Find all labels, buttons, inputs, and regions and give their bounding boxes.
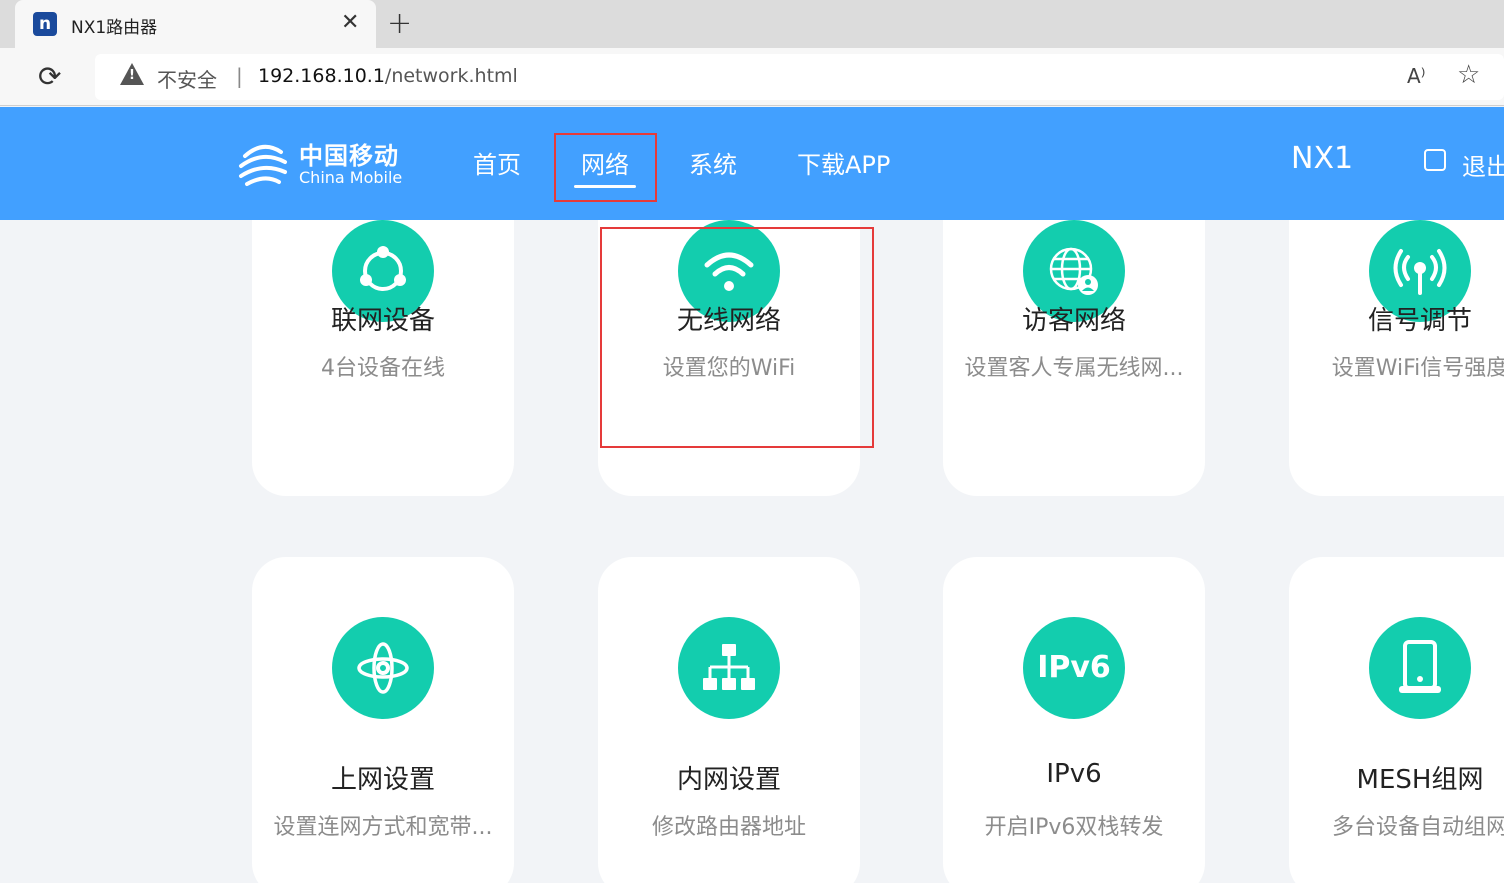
device-name: NX1	[1291, 141, 1354, 176]
warning-mark: !	[129, 68, 135, 83]
card-title: 访客网络	[1021, 306, 1126, 336]
logo-english-text: China Mobile	[299, 168, 403, 187]
address-bar-row: ⟳ ! 不安全 | 192.168.10.1/network.html A⁾ ☆	[0, 48, 1504, 106]
network-feature-grid: 联网设备 4台设备在线 无线网络 设置您的WiFi 访客网络 设置客人专属无线网…	[0, 220, 1504, 883]
router-favicon-icon: n	[33, 12, 57, 36]
orbit-icon	[332, 617, 434, 719]
card-subtitle: 设置连网方式和宽带...	[273, 815, 493, 840]
nav-system[interactable]: 系统	[689, 145, 737, 180]
card-title: IPv6	[1046, 759, 1102, 789]
card-title: MESH组网	[1356, 765, 1484, 795]
logout-icon	[1424, 149, 1446, 171]
favorite-star-icon[interactable]: ☆	[1457, 60, 1480, 90]
card-guest-network[interactable]: 访客网络 设置客人专属无线网...	[943, 220, 1205, 496]
card-ipv6[interactable]: IPv6 IPv6 开启IPv6双栈转发	[943, 557, 1205, 883]
url-text[interactable]: 192.168.10.1/network.html	[258, 65, 518, 87]
wireless-card-highlight-box	[600, 227, 874, 448]
card-subtitle: 开启IPv6双栈转发	[984, 815, 1164, 840]
browser-tab[interactable]: n NX1路由器 ✕	[15, 0, 376, 48]
lan-tree-icon	[678, 617, 780, 719]
card-mesh-network[interactable]: MESH组网 多台设备自动组网	[1289, 557, 1504, 883]
url-separator: |	[236, 64, 243, 88]
card-internet-settings[interactable]: 上网设置 设置连网方式和宽带...	[252, 557, 514, 883]
url-path: /network.html	[384, 65, 518, 87]
nav-home[interactable]: 首页	[473, 145, 521, 180]
ipv6-icon: IPv6	[1023, 617, 1125, 719]
card-title: 联网设备	[330, 306, 435, 336]
reload-icon[interactable]: ⟳	[38, 60, 61, 93]
card-subtitle: 修改路由器地址	[651, 815, 806, 840]
card-title: 内网设置	[676, 765, 781, 795]
card-signal-adjust[interactable]: 信号调节 设置WiFi信号强度	[1289, 220, 1504, 496]
router-header: 中国移动 China Mobile 首页 网络 系统 下载APP NX1 退出	[0, 107, 1504, 220]
card-lan-settings[interactable]: 内网设置 修改路由器地址	[598, 557, 860, 883]
nav-download-app[interactable]: 下载APP	[797, 145, 890, 180]
card-connected-devices[interactable]: 联网设备 4台设备在线	[252, 220, 514, 496]
read-aloud-icon[interactable]: A⁾	[1407, 64, 1426, 88]
browser-tab-bar: n NX1路由器 ✕ +	[0, 0, 1504, 48]
ipv6-icon-text: IPv6	[1037, 650, 1111, 685]
logout-label: 退出	[1462, 153, 1504, 181]
card-subtitle: 设置WiFi信号强度	[1331, 356, 1504, 381]
card-title: 信号调节	[1367, 306, 1472, 336]
logo-chinese-text: 中国移动	[299, 142, 399, 170]
china-mobile-logo[interactable]: 中国移动 China Mobile	[235, 134, 415, 194]
mesh-device-icon	[1369, 617, 1471, 719]
new-tab-icon[interactable]: +	[387, 6, 412, 41]
card-subtitle: 4台设备在线	[321, 356, 445, 381]
china-mobile-swirl-icon	[239, 144, 287, 186]
url-host: 192.168.10.1	[258, 65, 385, 87]
nav-network-highlight-box	[554, 133, 657, 202]
card-subtitle: 设置客人专属无线网...	[964, 356, 1184, 381]
close-tab-icon[interactable]: ✕	[341, 10, 359, 35]
tab-title: NX1路由器	[71, 18, 158, 38]
url-box[interactable]: ! 不安全 | 192.168.10.1/network.html A⁾ ☆	[95, 54, 1504, 100]
security-label[interactable]: 不安全	[157, 64, 217, 93]
card-title: 上网设置	[330, 765, 435, 795]
card-subtitle: 多台设备自动组网	[1331, 815, 1504, 840]
